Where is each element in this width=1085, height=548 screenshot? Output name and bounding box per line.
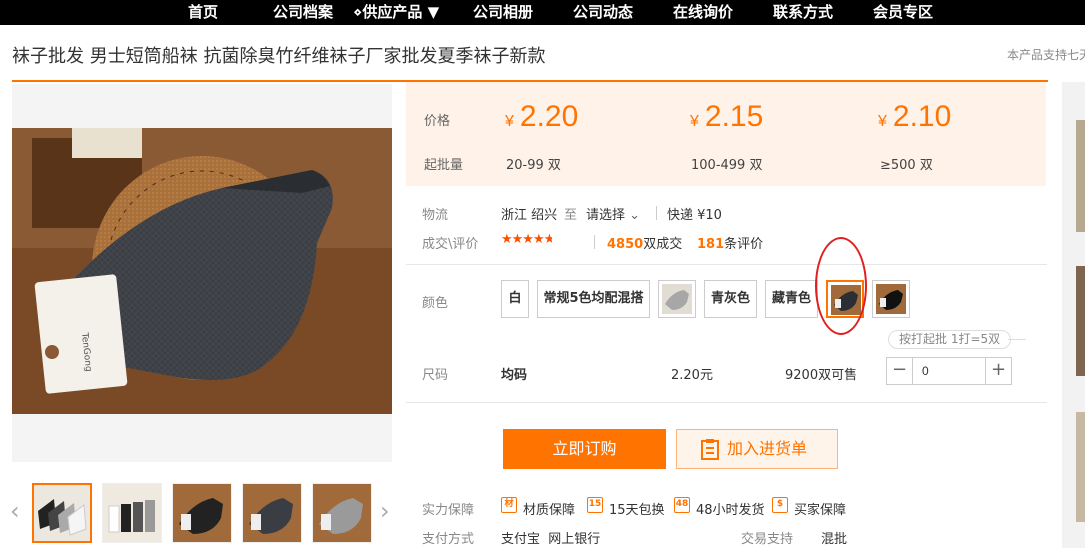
guarantee-material: 材质保障 bbox=[523, 503, 576, 518]
gallery-thumb[interactable] bbox=[102, 483, 162, 543]
guarantee-shipping: 48小时发货 bbox=[696, 503, 765, 518]
color-option-navy[interactable]: 藏青色 bbox=[765, 280, 818, 318]
buy-now-button[interactable]: 立即订购 bbox=[503, 429, 666, 469]
exchange-15-icon: 15 bbox=[587, 497, 603, 513]
guarantee-label: 实力保障 bbox=[422, 503, 475, 518]
rating-stars-icon: ★★★★★ bbox=[501, 232, 552, 247]
material-guarantee-icon: 材 bbox=[501, 497, 517, 513]
gallery-next-arrow[interactable]: › bbox=[380, 498, 390, 524]
product-title: 袜子批发 男士短筒船袜 抗菌除臭竹纤维袜子厂家批发夏季袜子新款 bbox=[12, 46, 546, 67]
gallery-thumb[interactable] bbox=[242, 483, 302, 543]
sidebar-thumb[interactable] bbox=[1076, 412, 1085, 522]
size-name: 均码 bbox=[501, 368, 528, 383]
logistics-to: 至 bbox=[564, 208, 578, 223]
nav-online-inquiry[interactable]: 在线询价 bbox=[673, 0, 733, 25]
price-tier-3: ¥2.10 bbox=[878, 100, 952, 133]
reviews-separator-1 bbox=[594, 235, 595, 249]
nav-home[interactable]: 首页 bbox=[188, 0, 218, 25]
gallery-thumb[interactable] bbox=[32, 483, 92, 543]
payment-methods: 支付宝 网上银行 bbox=[501, 532, 601, 547]
color-option-dark-swatch[interactable] bbox=[826, 280, 864, 318]
logistics-separator bbox=[656, 206, 657, 220]
gallery-thumb[interactable] bbox=[172, 483, 232, 543]
express-fee: 快递 ¥10 bbox=[667, 208, 722, 223]
clipboard-icon bbox=[701, 439, 719, 460]
price-label: 价格 bbox=[424, 114, 451, 129]
support-note: 本产品支持七天 bbox=[1007, 48, 1085, 62]
logistics-label: 物流 bbox=[422, 208, 449, 223]
moq-tier-1: 20-99 双 bbox=[506, 158, 561, 173]
color-option-grey-swatch[interactable] bbox=[658, 280, 696, 318]
color-option-bluegrey[interactable]: 青灰色 bbox=[704, 280, 757, 318]
destination-select[interactable]: 请选择 ⌄ bbox=[586, 204, 640, 223]
top-nav: 首页 公司档案 ⋄供应产品 ▼ 公司相册 公司动态 在线询价 联系方式 会员专区 bbox=[0, 0, 1085, 25]
buyer-protection-icon: $ bbox=[772, 497, 788, 513]
color-option-white[interactable]: 白 bbox=[501, 280, 529, 318]
section-divider bbox=[406, 264, 1047, 265]
review-count[interactable]: 181条评价 bbox=[697, 233, 763, 252]
logistics-origin: 浙江 绍兴 bbox=[501, 208, 558, 223]
gallery-prev-arrow[interactable]: ‹ bbox=[10, 498, 20, 524]
nav-company-news[interactable]: 公司动态 bbox=[573, 0, 633, 25]
increase-button[interactable]: + bbox=[985, 358, 1011, 384]
nav-products-dropdown[interactable]: ⋄供应产品 ▼ bbox=[353, 0, 439, 25]
quantity-input[interactable] bbox=[914, 358, 984, 384]
payment-label: 支付方式 bbox=[422, 532, 475, 547]
nav-company-profile[interactable]: 公司档案 bbox=[273, 0, 333, 25]
batch-hint: 按打起批 1打=5双 bbox=[888, 330, 1012, 349]
guarantee-buyer: 买家保障 bbox=[794, 503, 847, 518]
size-price: 2.20元 bbox=[671, 368, 713, 383]
guarantee-exchange: 15天包换 bbox=[609, 503, 665, 518]
sidebar-thumb[interactable] bbox=[1076, 120, 1085, 232]
quantity-stepper: − + bbox=[886, 357, 1012, 385]
price-tier-2: ¥2.15 bbox=[690, 100, 764, 133]
decrease-button[interactable]: − bbox=[887, 358, 913, 384]
color-option-black-swatch[interactable] bbox=[872, 280, 910, 318]
trade-support-value: 混批 bbox=[821, 532, 848, 547]
price-tier-1: ¥2.20 bbox=[505, 100, 579, 133]
size-label: 尺码 bbox=[422, 368, 449, 383]
chevron-down-icon: ⌄ bbox=[629, 208, 641, 223]
nav-contact[interactable]: 联系方式 bbox=[773, 0, 833, 25]
gallery-thumb[interactable] bbox=[312, 483, 372, 543]
section-divider bbox=[406, 402, 1047, 403]
reviews-label: 成交\评价 bbox=[422, 237, 479, 252]
color-option-mixed[interactable]: 常规5色均配混搭 bbox=[537, 280, 650, 318]
ship-48h-icon: 48 bbox=[674, 497, 690, 513]
moq-tier-2: 100-499 双 bbox=[691, 158, 763, 173]
moq-tier-3: ≥500 双 bbox=[880, 158, 933, 173]
deals-count[interactable]: 4850双成交 bbox=[607, 233, 682, 252]
sidebar-thumb[interactable] bbox=[1076, 266, 1085, 376]
nav-members[interactable]: 会员专区 bbox=[873, 0, 933, 25]
trade-support-label: 交易支持 bbox=[741, 532, 794, 547]
color-label: 颜色 bbox=[422, 296, 449, 311]
moq-label: 起批量 bbox=[424, 158, 464, 173]
hint-line bbox=[1008, 339, 1026, 340]
nav-company-album[interactable]: 公司相册 bbox=[473, 0, 533, 25]
main-product-image[interactable]: TenGong bbox=[12, 128, 392, 414]
add-to-cart-button[interactable]: 加入进货单 bbox=[676, 429, 838, 469]
size-stock: 9200双可售 bbox=[785, 368, 858, 383]
